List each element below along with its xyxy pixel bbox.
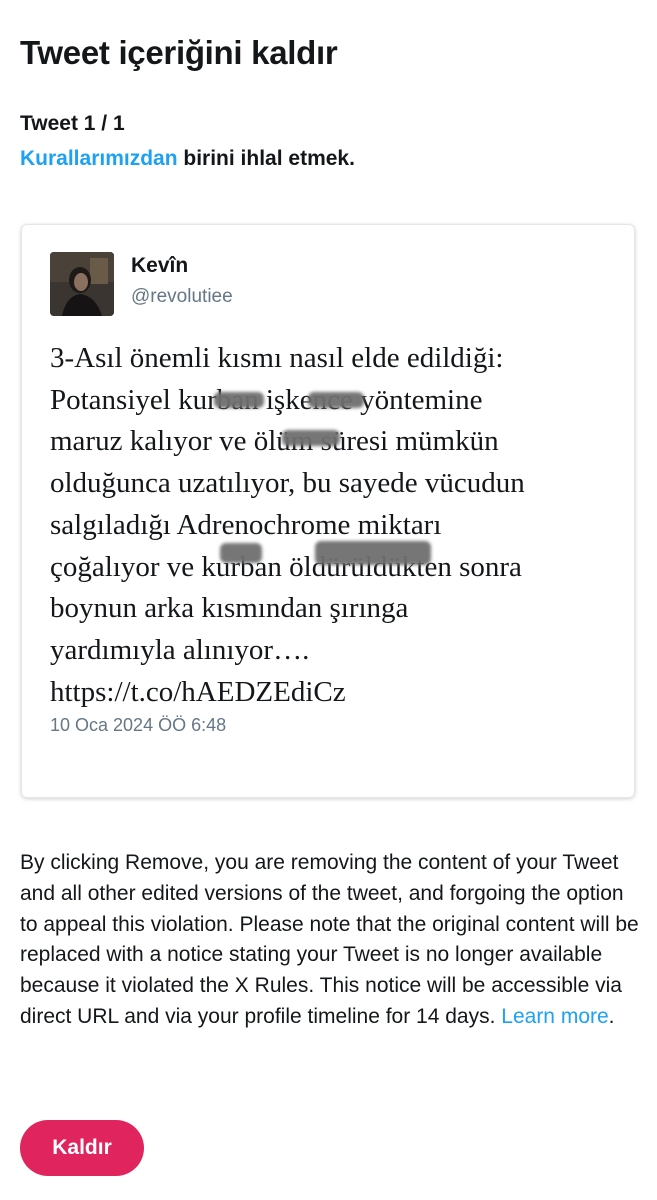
remove-button[interactable]: Kaldır (20, 1120, 144, 1176)
rule-violation-text: birini ihlal etmek. (177, 147, 355, 170)
author-handle: @revolutiee (131, 286, 233, 307)
redaction-mark (315, 541, 431, 565)
author-name: Kevîn (131, 254, 189, 277)
tweet-date: 10 Oca 2024 ÖÖ 6:48 (50, 715, 227, 735)
avatar[interactable] (50, 252, 114, 316)
tweet-counter: Tweet 1 / 1 (20, 112, 125, 135)
page-title: Tweet içeriğini kaldır (20, 34, 338, 71)
learn-more-link[interactable]: Learn more (501, 1005, 608, 1028)
redaction-mark (308, 392, 364, 408)
rule-violation-line: Kurallarımızdan birini ihlal etmek. (20, 147, 355, 171)
redaction-mark (214, 392, 264, 408)
notice-end: . (608, 1004, 615, 1028)
removal-notice: By clicking Remove, you are removing the… (20, 848, 640, 1033)
redaction-mark (282, 430, 340, 446)
tweet-card: Kevîn @revolutiee 3-Asıl önemli kısmı na… (21, 224, 635, 798)
notice-text: By clicking Remove, you are removing the… (20, 851, 639, 1028)
redaction-mark (220, 543, 262, 563)
rules-link[interactable]: Kurallarımızdan (20, 147, 178, 170)
